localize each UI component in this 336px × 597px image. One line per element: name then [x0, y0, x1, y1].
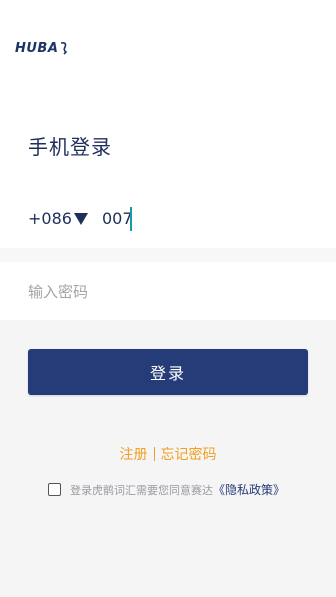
password-input[interactable]: [28, 280, 308, 304]
country-code-selector[interactable]: +086: [28, 209, 88, 228]
phone-row: +086: [0, 190, 336, 248]
logo-text: HUBA: [15, 40, 59, 56]
dropdown-arrow-icon: [73, 212, 88, 225]
agreement-text: 登录虎鹡词汇需要您同意赛达: [70, 483, 213, 497]
link-separator: [153, 447, 155, 461]
logo-mark-icon: [61, 42, 68, 55]
auth-links: 注册 忘记密码: [0, 444, 336, 464]
password-row: [0, 262, 336, 320]
privacy-policy-link[interactable]: 《隐私政策》: [213, 481, 285, 498]
divider: [0, 248, 336, 262]
country-code-label: +086: [28, 209, 72, 228]
agreement-checkbox[interactable]: [48, 483, 61, 496]
page-title: 手机登录: [28, 135, 112, 159]
agreement-row: 登录虎鹡词汇需要您同意赛达 《隐私政策》: [48, 481, 285, 498]
login-button[interactable]: 登录: [28, 349, 308, 395]
app-logo: HUBA: [15, 39, 69, 57]
text-caret: [130, 207, 132, 231]
forgot-password-link[interactable]: 忘记密码: [161, 447, 217, 463]
register-link[interactable]: 注册: [120, 447, 148, 463]
